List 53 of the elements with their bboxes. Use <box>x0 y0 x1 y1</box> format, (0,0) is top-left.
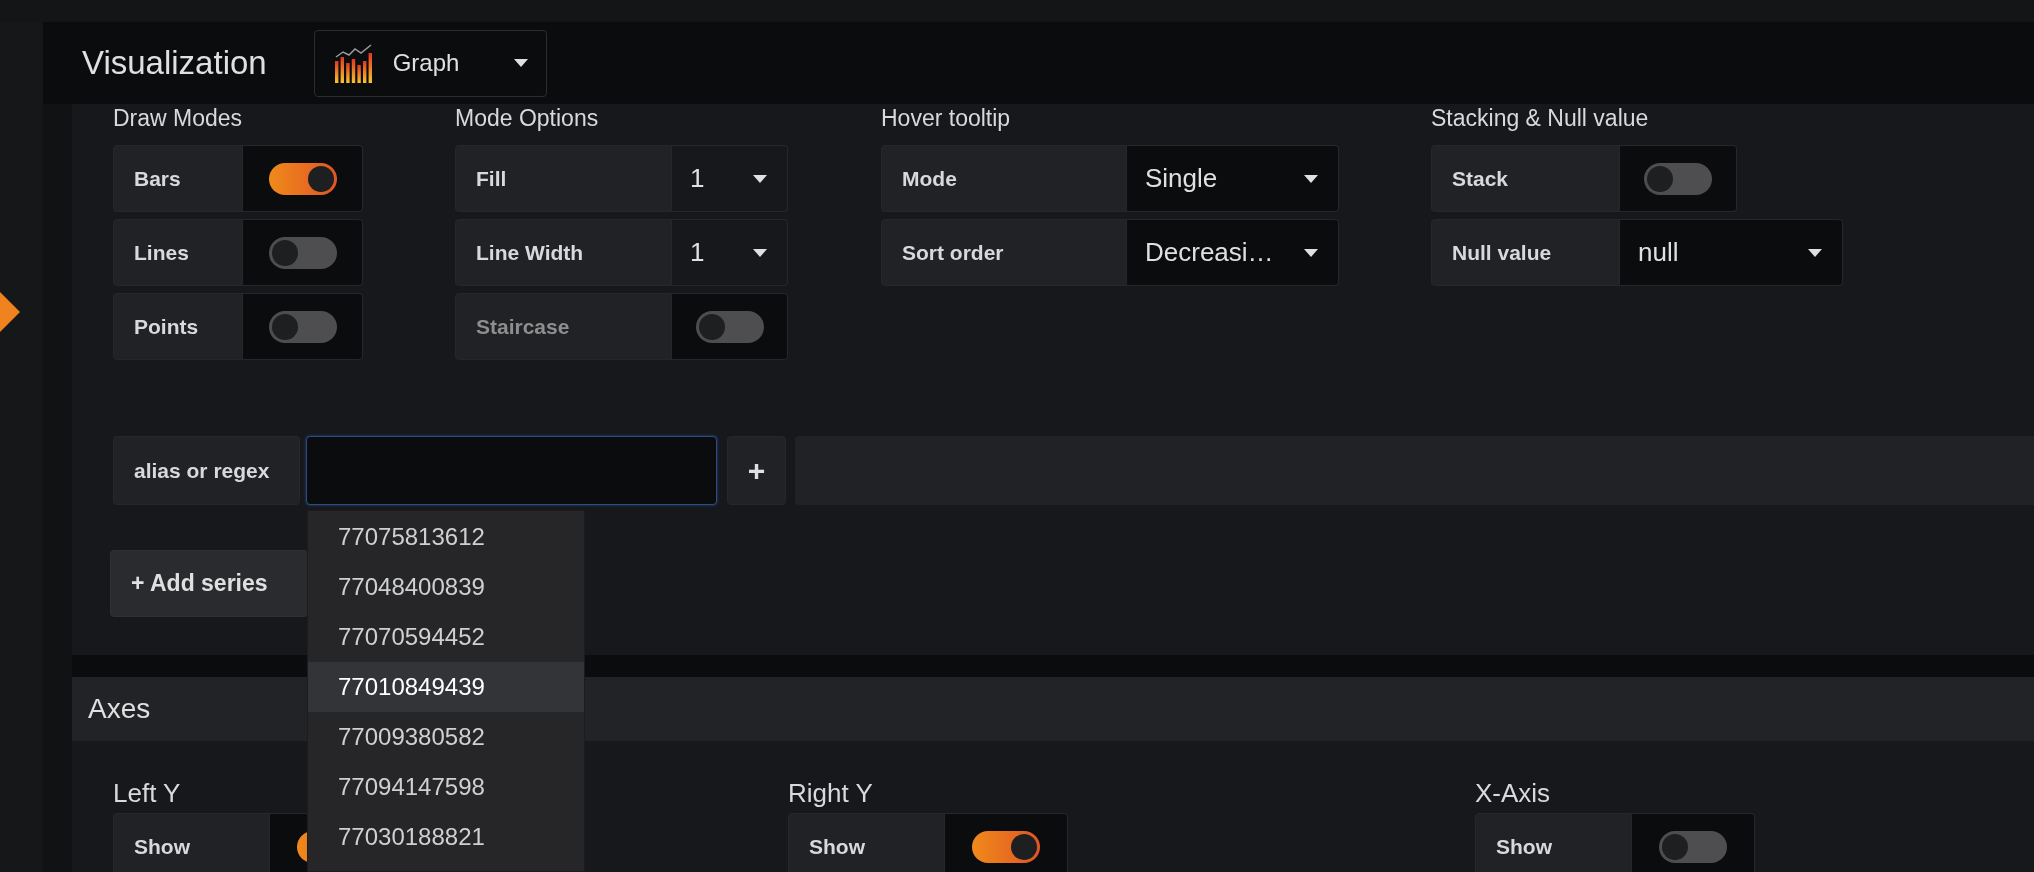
group-heading: X-Axis <box>1475 779 1551 810</box>
dropdown-option[interactable]: 77094147598 <box>308 762 584 812</box>
caret-icon <box>1808 248 1822 257</box>
toggle-switch[interactable] <box>268 162 337 195</box>
field-label: Line Width <box>455 219 672 286</box>
active-marker-icon <box>0 292 20 332</box>
dropdown-option[interactable]: 77009380582 <box>308 712 584 762</box>
field-label: Show <box>1475 813 1632 872</box>
caret-icon <box>753 248 767 257</box>
section-title: Axes <box>88 693 151 725</box>
panel-title: Visualization <box>82 44 267 82</box>
dropdown-option[interactable]: 77030188821 <box>308 812 584 862</box>
field-label: Fill <box>455 145 672 212</box>
select-dropdown[interactable]: Decreasi… <box>1127 219 1339 286</box>
select-dropdown[interactable]: 1 <box>672 219 788 286</box>
visualization-picker[interactable]: Graph <box>313 29 547 97</box>
toggle-switch[interactable] <box>268 310 337 343</box>
field-label: Mode <box>881 145 1127 212</box>
field-label: Sort order <box>881 219 1127 286</box>
select-dropdown[interactable]: Single <box>1127 145 1339 212</box>
caret-icon <box>1304 174 1318 183</box>
field-label: alias or regex <box>113 436 300 505</box>
dropdown-option[interactable]: 77048400839 <box>308 562 584 612</box>
dropdown-option[interactable]: 77070594452 <box>308 612 584 662</box>
field-label: Bars <box>113 145 243 212</box>
field-label: Lines <box>113 219 243 286</box>
toggle-switch[interactable] <box>972 830 1040 863</box>
dropdown-option[interactable]: 77075813612 <box>308 512 584 562</box>
input-field[interactable] <box>306 436 717 505</box>
field-label: Points <box>113 293 243 360</box>
caret-icon <box>1304 248 1318 257</box>
select-dropdown[interactable]: 1 <box>672 145 788 212</box>
group-heading: Hover tooltip <box>881 104 1011 133</box>
field-label: Stack <box>1431 145 1620 212</box>
dropdown-option[interactable]: 77010849439 <box>308 662 584 712</box>
toggle-switch[interactable] <box>1659 830 1727 863</box>
group-heading: Mode Options <box>455 104 599 133</box>
field-label: Show <box>113 813 270 872</box>
field-label: Null value <box>1431 219 1620 286</box>
toggle-switch[interactable] <box>1644 162 1712 195</box>
add-button[interactable]: + <box>727 436 786 505</box>
group-heading: Left Y <box>113 779 181 810</box>
bar-chart-icon <box>332 43 375 83</box>
group-heading: Draw Modes <box>113 104 243 133</box>
select-dropdown[interactable]: null <box>1620 219 1843 286</box>
field-label: Staircase <box>455 293 672 360</box>
toggle-switch[interactable] <box>268 236 337 269</box>
add-series-override-button[interactable]: + Add series <box>110 550 308 617</box>
group-heading: Stacking & Null value <box>1431 104 1649 133</box>
field-label: Show <box>788 813 945 872</box>
caret-icon <box>753 174 767 183</box>
group-heading: Right Y <box>788 779 873 810</box>
caret-icon <box>513 59 528 67</box>
